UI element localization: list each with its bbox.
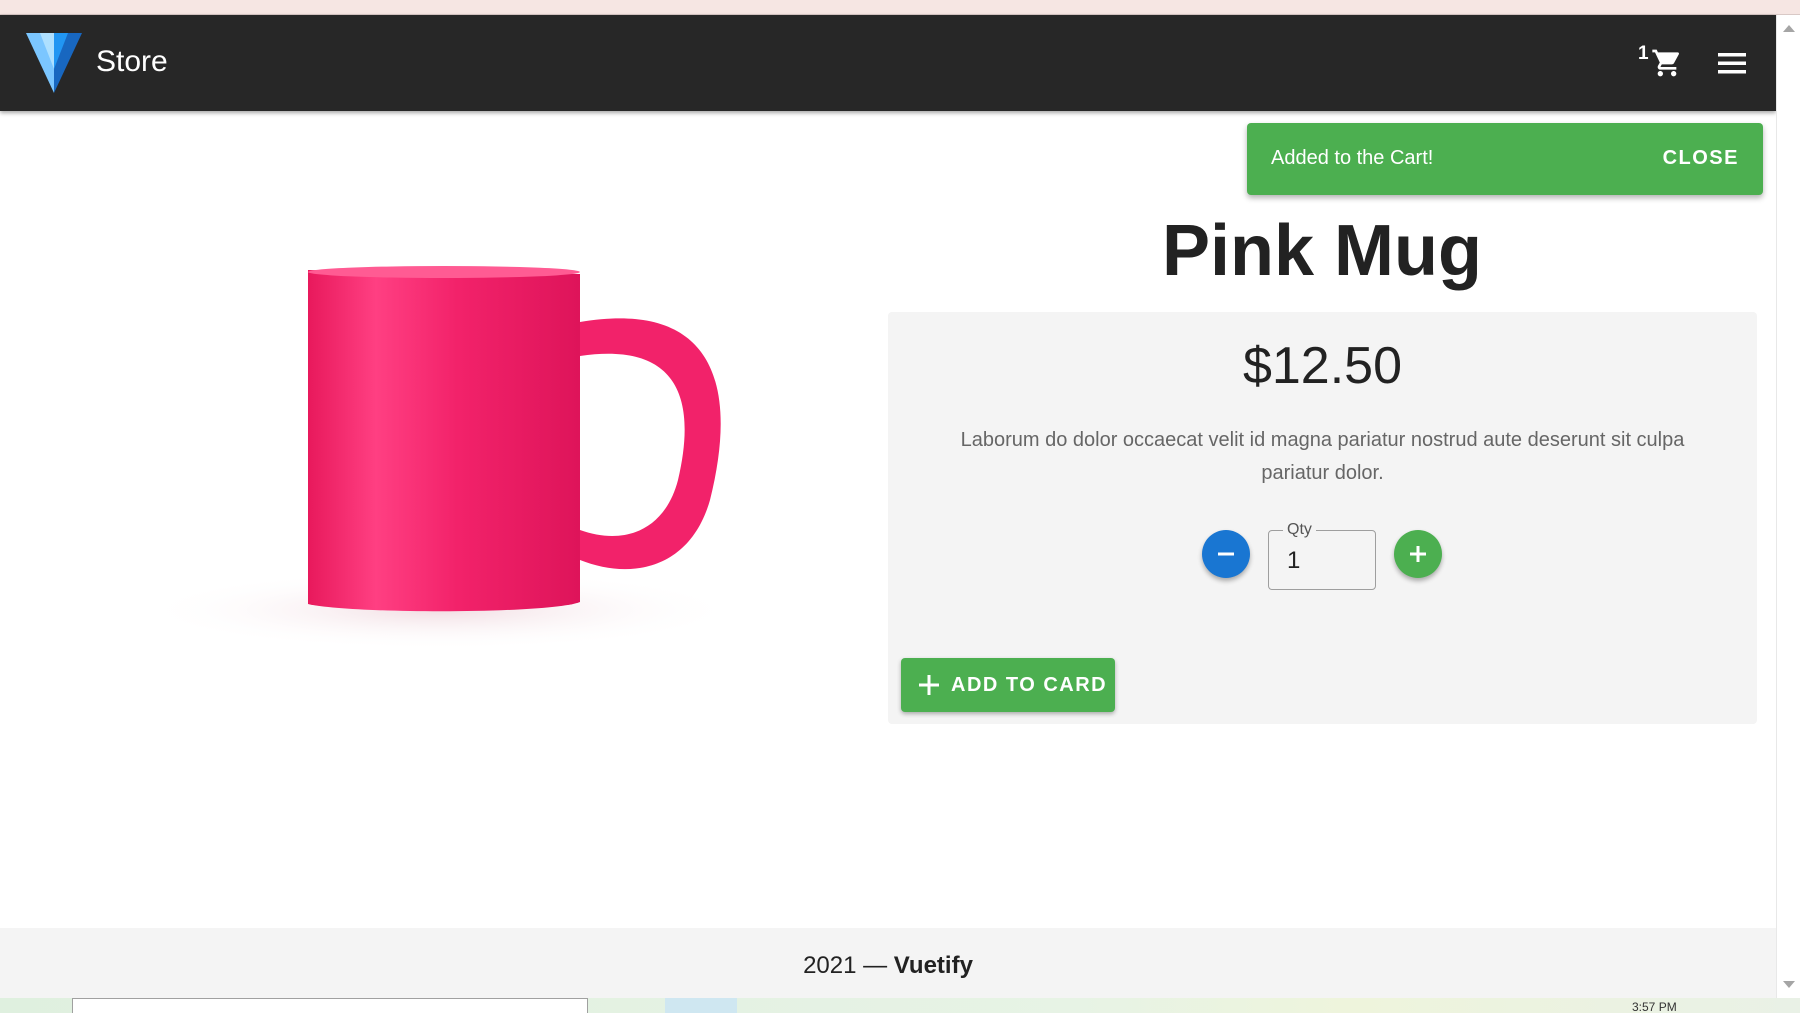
product-card: $12.50 Laborum do dolor occaecat velit i… — [888, 312, 1757, 724]
increase-quantity-button[interactable] — [1394, 530, 1442, 578]
browser-top-strip — [0, 0, 1800, 15]
scroll-down-arrow-icon[interactable] — [1783, 981, 1795, 988]
plus-icon — [919, 675, 939, 695]
hamburger-menu-button[interactable] — [1712, 45, 1752, 81]
product-description: Laborum do dolor occaecat velit id magna… — [960, 429, 1685, 484]
quantity-input[interactable]: 1 — [1287, 547, 1300, 575]
quantity-label: Qty — [1283, 521, 1316, 539]
product-image — [140, 230, 760, 650]
product-price: $12.50 — [1242, 337, 1403, 395]
scroll-up-arrow-icon[interactable] — [1783, 25, 1795, 32]
plus-icon — [1410, 546, 1426, 562]
added-to-cart-snackbar: Added to the Cart! CLOSE — [1247, 123, 1763, 195]
quantity-field[interactable]: Qty 1 — [1268, 521, 1376, 590]
cart-icon — [1652, 49, 1680, 77]
product-title: Pink Mug — [1162, 211, 1482, 291]
footer-credit: 2021 — Vuetify — [0, 952, 1776, 980]
app-bar: Store 1 — [0, 15, 1776, 111]
minus-icon — [1218, 552, 1234, 556]
vuetify-logo[interactable] — [24, 29, 84, 97]
taskbar-clock: 3:57 PM — [1632, 1000, 1677, 1014]
footer-brand: Vuetify — [893, 952, 973, 979]
add-to-cart-label: ADD TO CARD — [951, 674, 1108, 696]
snackbar-message: Added to the Cart! — [1271, 147, 1434, 169]
page-scrollbar[interactable] — [1776, 15, 1800, 998]
decrease-quantity-button[interactable] — [1202, 530, 1250, 578]
os-taskbar: 3:57 PM — [0, 998, 1800, 1014]
taskbar-app-tab[interactable] — [665, 998, 737, 1013]
add-to-cart-button[interactable]: ADD TO CARD — [901, 658, 1115, 712]
footer: 2021 — Vuetify — [0, 928, 1776, 998]
taskbar-search-box[interactable] — [72, 998, 588, 1013]
footer-year: 2021 — — [803, 952, 888, 979]
cart-count-badge: 1 — [1638, 43, 1649, 64]
menu-icon — [1718, 53, 1746, 74]
cart-button[interactable]: 1 — [1634, 39, 1694, 87]
app-title[interactable]: Store — [96, 45, 168, 79]
snackbar-close-button[interactable]: CLOSE — [1663, 147, 1739, 170]
